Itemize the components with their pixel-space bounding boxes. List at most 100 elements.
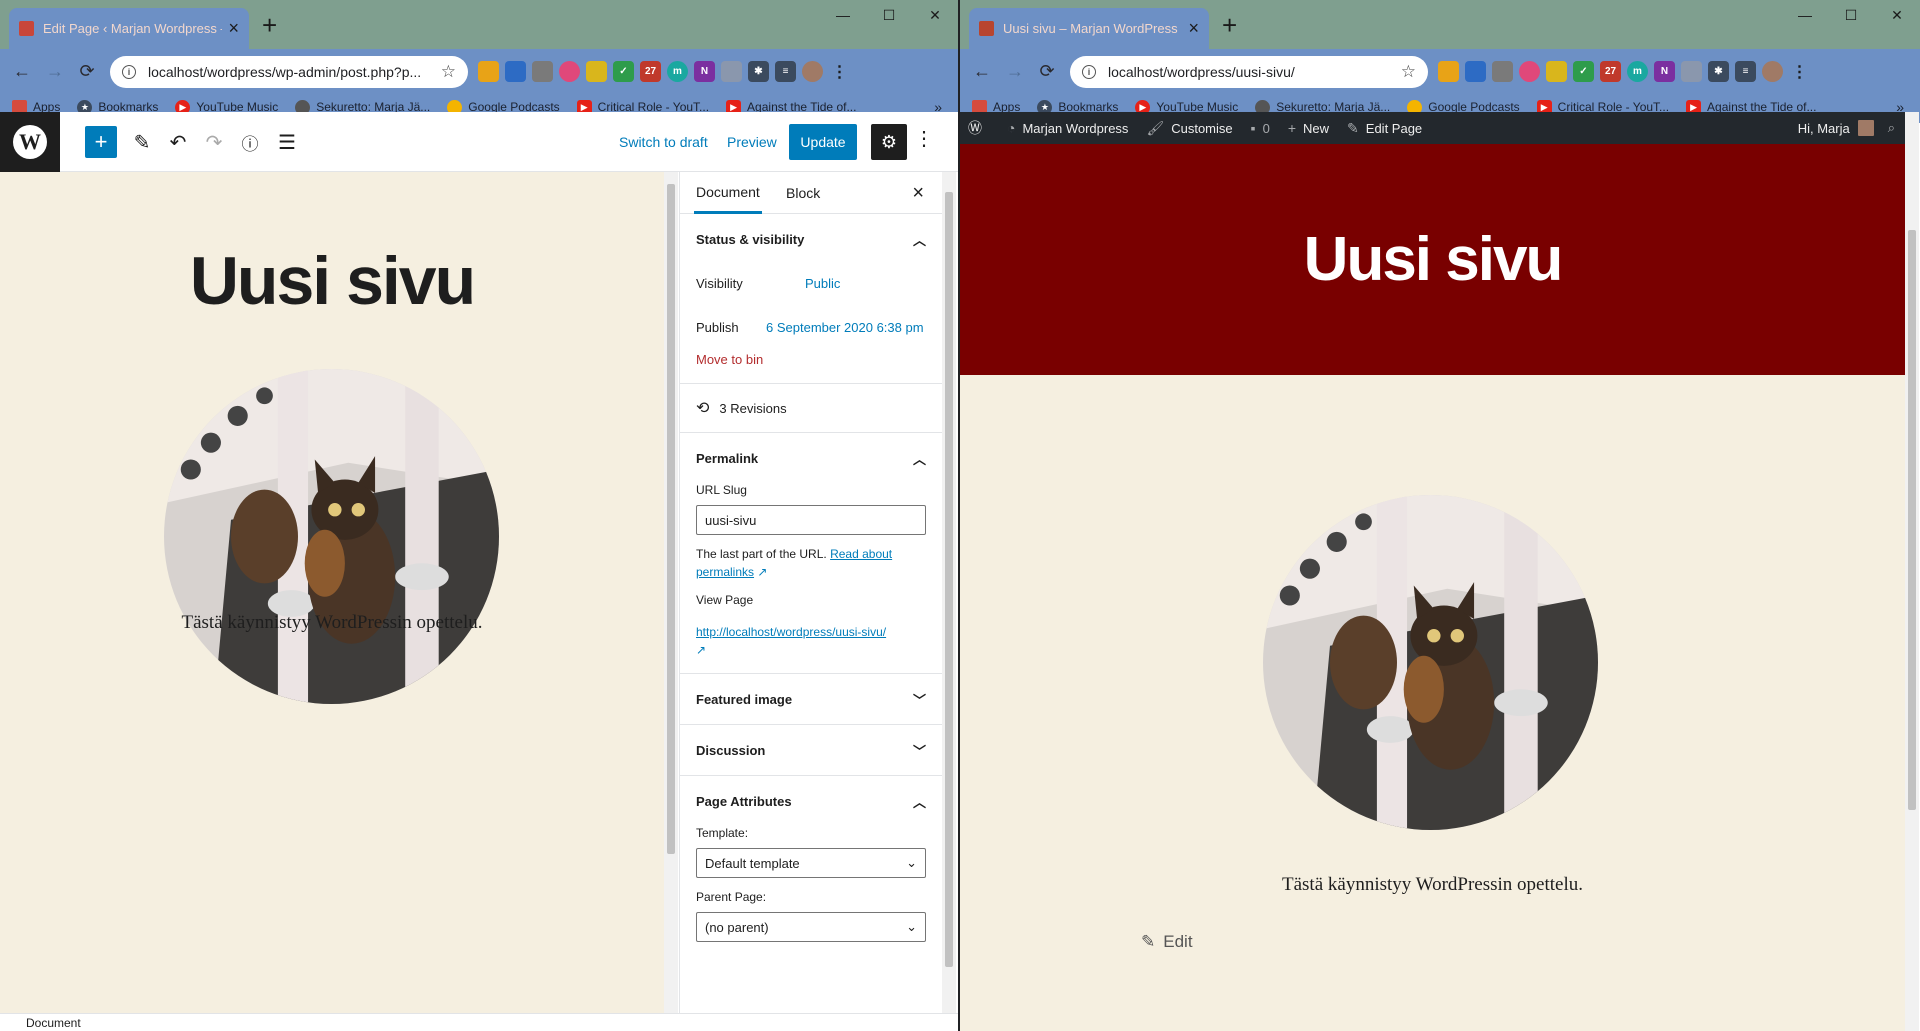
maximize-button[interactable]: ☐ (1829, 0, 1873, 30)
maximize-button[interactable]: ☐ (867, 0, 911, 30)
publish-date-button[interactable]: 6 September 2020 6:38 pm (766, 320, 924, 335)
outline-button[interactable]: ☰ (269, 124, 305, 160)
extension-icon[interactable]: m (667, 61, 688, 82)
close-tab-icon[interactable]: × (1188, 18, 1199, 39)
address-bar[interactable]: i localhost/wordpress/wp-admin/post.php?… (110, 56, 468, 88)
panel-header[interactable]: Status & visibility ︿ (680, 214, 942, 264)
menu-icon[interactable]: ⋮ (1789, 61, 1810, 82)
panel-header[interactable]: Permalink ︿ (680, 433, 942, 483)
info-icon[interactable]: i (1082, 65, 1096, 79)
edit-link[interactable]: ✎ Edit (1141, 932, 1193, 952)
switch-to-draft-button[interactable]: Switch to draft (619, 134, 708, 150)
extension-icon[interactable]: ✓ (1573, 61, 1594, 82)
template-select[interactable]: Default template ⌄ (696, 848, 926, 878)
page-scrollbar[interactable] (1905, 112, 1919, 1031)
site-name-menu[interactable]: ◔ Marjan Wordpress (1007, 120, 1128, 136)
panel-header[interactable]: Page Attributes ︿ (680, 776, 942, 826)
extension-icon[interactable] (1465, 61, 1486, 82)
page-title[interactable]: Uusi sivu (0, 242, 664, 320)
new-tab-button[interactable]: + (1222, 12, 1237, 38)
visibility-value-button[interactable]: Public (805, 276, 840, 291)
minimize-button[interactable]: — (1783, 0, 1827, 30)
extension-icon[interactable] (559, 61, 580, 82)
calendar-icon[interactable]: 27 (1600, 61, 1621, 82)
edit-tools-button[interactable]: ✎ (124, 124, 160, 160)
extension-icon[interactable]: ✓ (613, 61, 634, 82)
extension-icon[interactable] (1519, 61, 1540, 82)
preview-button[interactable]: Preview (727, 134, 777, 150)
editor-scrollbar[interactable] (664, 172, 678, 1013)
editor-canvas[interactable]: Uusi sivu Tästä käynnistyy WordPressin o… (0, 172, 664, 1013)
extension-icon[interactable] (1438, 61, 1459, 82)
reading-list-icon[interactable]: ≡ (775, 61, 796, 82)
back-button[interactable]: ← (10, 61, 34, 82)
move-to-bin-button[interactable]: Move to bin (680, 352, 942, 383)
calendar-icon[interactable]: 27 (640, 61, 661, 82)
customise-link[interactable]: 🖌 Customise (1146, 120, 1232, 137)
extension-icon[interactable] (478, 61, 499, 82)
puzzle-icon[interactable]: ✱ (1708, 61, 1729, 82)
search-icon[interactable]: ⌕ (1888, 120, 1895, 136)
extension-icon[interactable] (1492, 61, 1513, 82)
scrollbar-thumb[interactable] (945, 192, 953, 967)
onenote-icon[interactable]: N (1654, 61, 1675, 82)
comments-link[interactable]: ▪ 0 (1251, 120, 1270, 136)
new-tab-button[interactable]: + (262, 12, 277, 38)
browser-tab-page[interactable]: Uusi sivu – Marjan WordPress × (969, 8, 1209, 49)
undo-button[interactable]: ↶ (160, 124, 196, 160)
edit-page-link[interactable]: ✎ Edit Page (1347, 120, 1422, 137)
scrollbar-thumb[interactable] (667, 184, 675, 854)
address-bar[interactable]: i localhost/wordpress/uusi-sivu/ ☆ (1070, 56, 1428, 88)
puzzle-icon[interactable]: ✱ (748, 61, 769, 82)
view-page-link[interactable]: http://localhost/wordpress/uusi-sivu/ (696, 625, 886, 639)
panel-header[interactable]: Featured image ﹀ (680, 674, 942, 724)
add-block-button[interactable]: + (85, 126, 117, 158)
star-icon[interactable]: ☆ (1401, 62, 1416, 82)
profile-avatar[interactable] (1762, 61, 1783, 82)
extension-icon[interactable] (721, 61, 742, 82)
account-menu[interactable]: Hi, Marja ⌕ (1798, 112, 1895, 144)
minimize-button[interactable]: — (821, 0, 865, 30)
close-window-button[interactable]: ✕ (1875, 0, 1919, 30)
redo-button[interactable]: ↷ (196, 124, 232, 160)
revisions-button[interactable]: ⟲ 3 Revisions (680, 384, 942, 432)
star-icon[interactable]: ☆ (441, 62, 456, 82)
new-content-menu[interactable]: + New (1288, 120, 1329, 136)
page-paragraph[interactable]: Tästä käynnistyy WordPressin opettelu. (0, 612, 664, 634)
close-sidebar-icon[interactable]: × (912, 182, 924, 205)
scrollbar-thumb[interactable] (1908, 230, 1916, 810)
reading-list-icon[interactable]: ≡ (1735, 61, 1756, 82)
forward-button[interactable]: → (43, 61, 67, 82)
close-tab-icon[interactable]: × (228, 18, 239, 39)
close-window-button[interactable]: ✕ (913, 0, 957, 30)
wordpress-logo-button[interactable]: W (0, 112, 60, 172)
info-button[interactable]: ⓘ (232, 124, 268, 160)
browser-tab-edit-page[interactable]: Edit Page ‹ Marjan Wordpress — × (9, 8, 249, 49)
sidebar-scrollbar[interactable] (942, 172, 956, 1013)
tab-document[interactable]: Document (694, 172, 762, 214)
profile-avatar[interactable] (802, 61, 823, 82)
parent-page-select[interactable]: (no parent) ⌄ (696, 912, 926, 942)
reload-button[interactable]: ⟳ (75, 61, 99, 82)
extension-icon[interactable] (1681, 61, 1702, 82)
extension-icon[interactable] (505, 61, 526, 82)
extension-icon[interactable]: m (1627, 61, 1648, 82)
extension-icon[interactable] (1546, 61, 1567, 82)
wp-logo-menu[interactable]: Ⓦ (968, 118, 989, 138)
forward-button[interactable]: → (1003, 61, 1027, 82)
onenote-icon[interactable]: N (694, 61, 715, 82)
update-button[interactable]: Update (789, 124, 857, 160)
block-breadcrumb[interactable]: Document (0, 1013, 958, 1031)
more-options-button[interactable]: ⋮ (914, 126, 934, 151)
tab-block[interactable]: Block (786, 172, 820, 214)
info-icon[interactable]: i (122, 65, 136, 79)
url-slug-input[interactable]: uusi-sivu (696, 505, 926, 535)
settings-gear-button[interactable]: ⚙ (871, 124, 907, 160)
extension-icon[interactable] (532, 61, 553, 82)
reload-button[interactable]: ⟳ (1035, 61, 1059, 82)
extension-icon[interactable] (586, 61, 607, 82)
cat-image[interactable] (164, 369, 499, 704)
menu-icon[interactable]: ⋮ (829, 61, 850, 82)
back-button[interactable]: ← (970, 61, 994, 82)
panel-header[interactable]: Discussion ﹀ (680, 725, 942, 775)
